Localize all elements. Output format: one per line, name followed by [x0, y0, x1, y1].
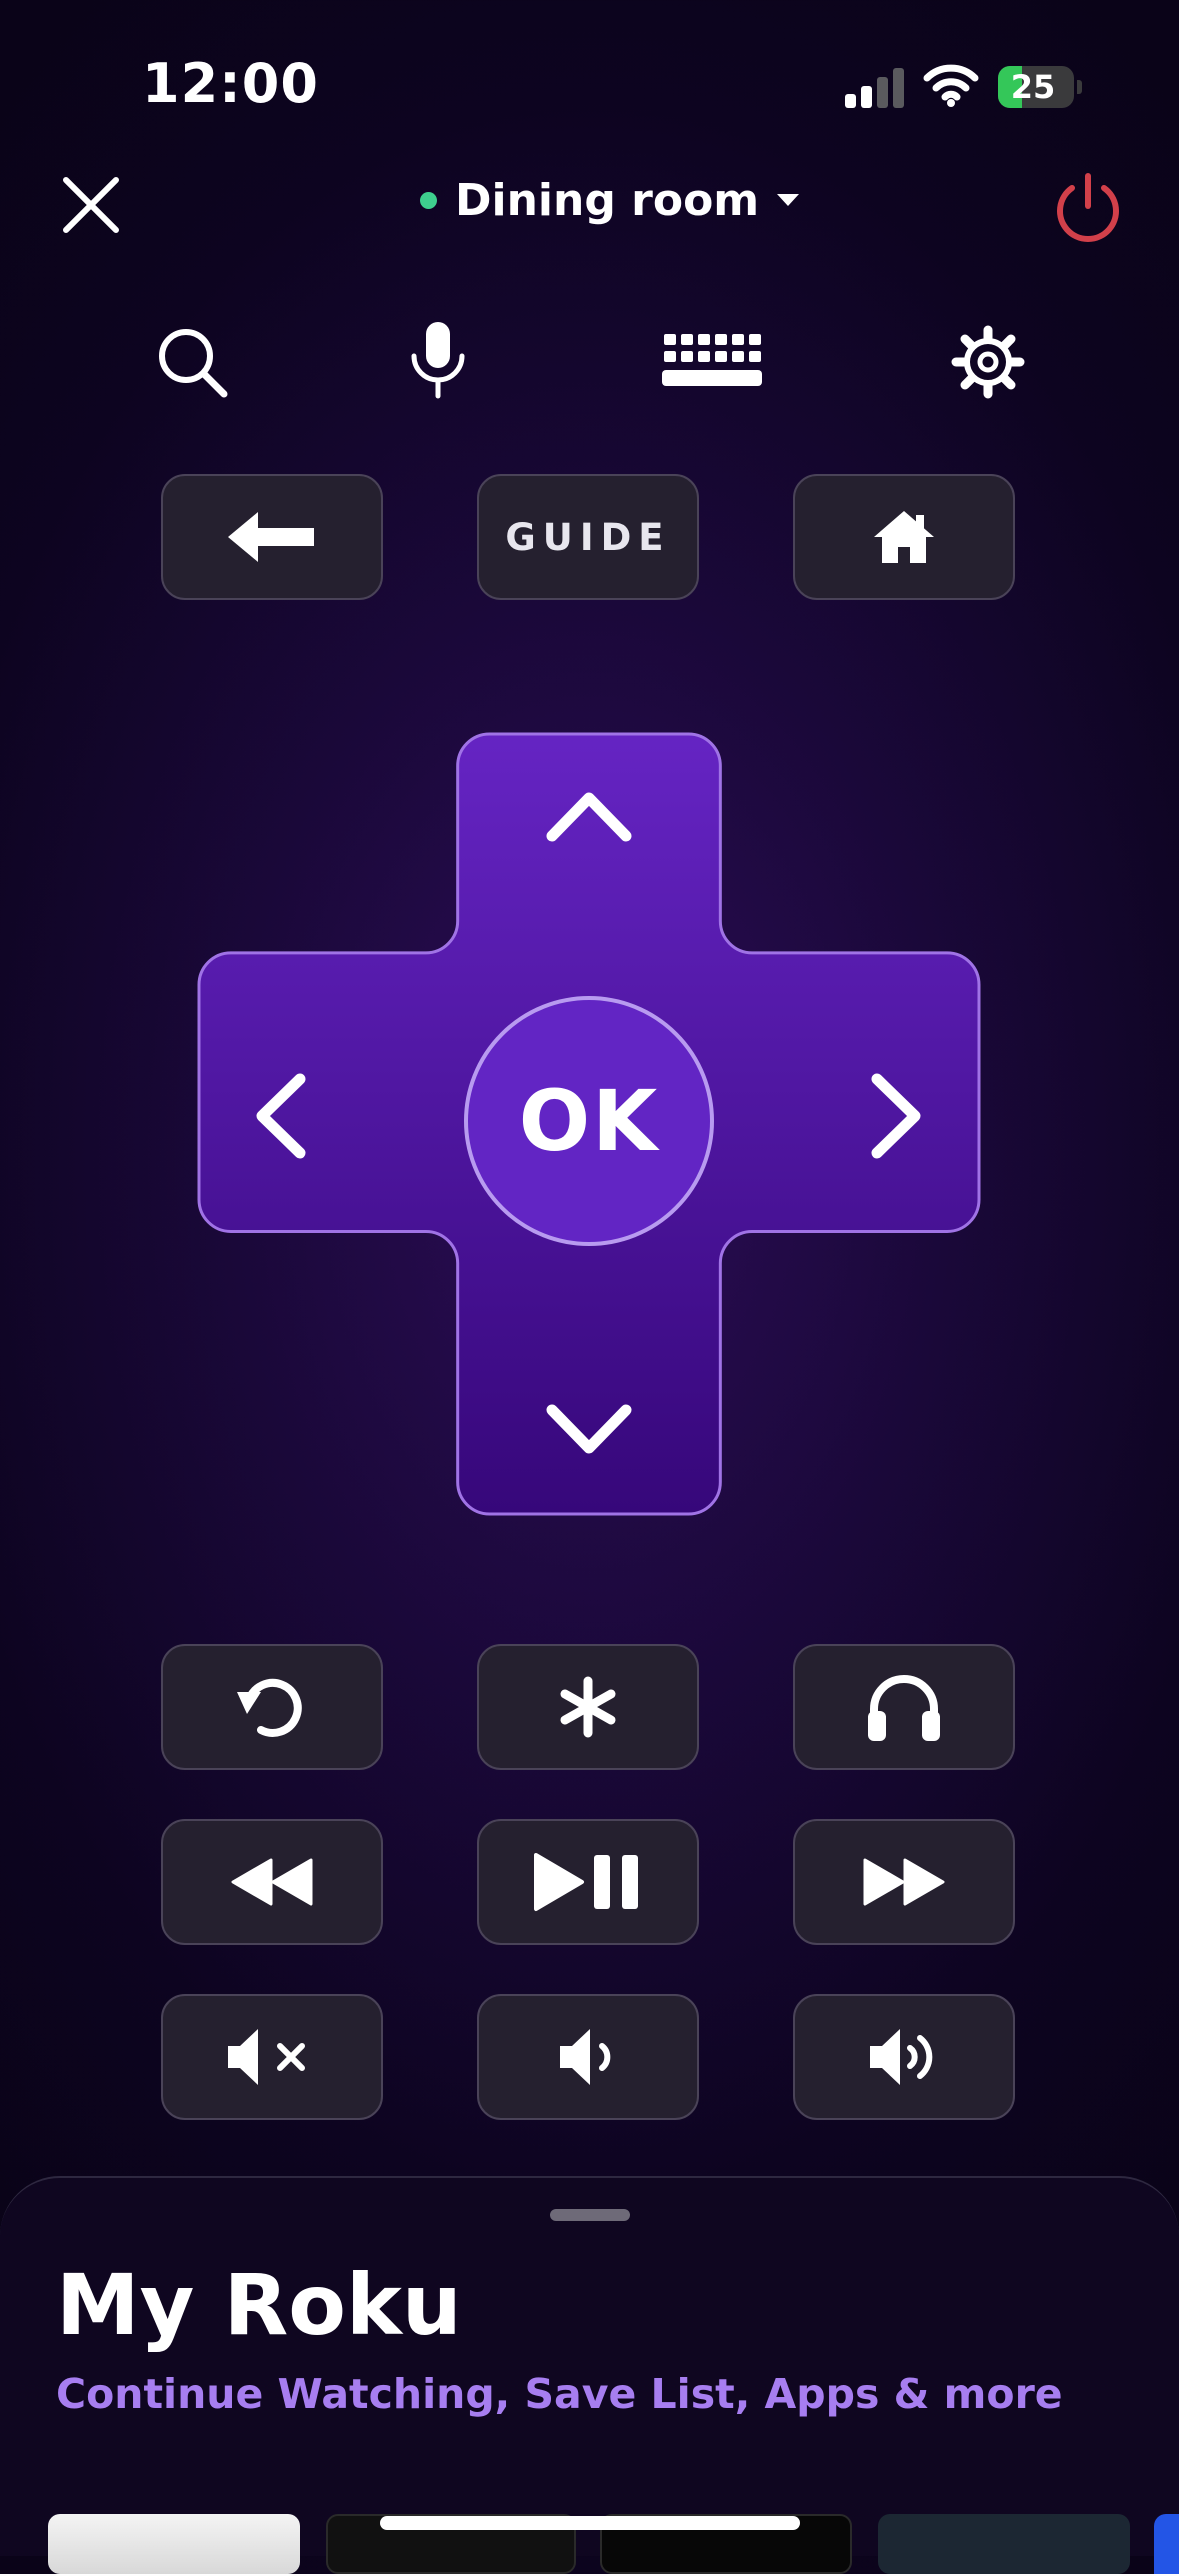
wifi-icon	[923, 64, 979, 107]
device-name: Dining room	[455, 174, 760, 226]
content-thumbnail[interactable]	[48, 2514, 300, 2574]
dpad-left-button[interactable]	[197, 987, 453, 1259]
headphones-icon	[868, 1675, 940, 1741]
volume-up-icon	[870, 2029, 933, 2085]
battery-level: 25	[1010, 68, 1056, 106]
asterisk-icon	[560, 1676, 616, 1738]
sheet-title: My Roku	[56, 2256, 462, 2354]
guide-label: GUIDE	[505, 515, 671, 559]
play-pause-icon	[534, 1853, 638, 1911]
dpad-up-button[interactable]	[453, 732, 725, 962]
rewind-button[interactable]	[161, 1819, 383, 1945]
volume-down-button[interactable]	[477, 1994, 699, 2120]
search-icon[interactable]	[152, 322, 232, 402]
home-indicator	[380, 2516, 800, 2530]
home-icon	[874, 511, 934, 563]
ok-button[interactable]: OK	[464, 996, 714, 1246]
microphone-icon[interactable]	[398, 320, 478, 400]
volume-up-button[interactable]	[793, 1994, 1015, 2120]
fast-forward-button[interactable]	[793, 1819, 1015, 1945]
content-thumbnail[interactable]	[878, 2514, 1130, 2574]
replay-icon	[237, 1678, 302, 1737]
private-listening-button[interactable]	[793, 1644, 1015, 1770]
my-roku-sheet[interactable]	[0, 2176, 1179, 2556]
device-status-dot	[420, 191, 437, 209]
replay-button[interactable]	[161, 1644, 383, 1770]
cellular-signal-icon	[845, 66, 905, 108]
options-button[interactable]	[477, 1644, 699, 1770]
mute-button[interactable]	[161, 1994, 383, 2120]
chevron-up-icon	[546, 792, 632, 842]
mute-icon	[228, 2029, 305, 2085]
dpad-down-button[interactable]	[453, 1284, 725, 1516]
status-time: 12:00	[142, 52, 319, 115]
sheet-subtitle: Continue Watching, Save List, Apps & mor…	[56, 2370, 1063, 2418]
ok-label: OK	[518, 1072, 660, 1170]
chevron-down-icon	[546, 1404, 632, 1454]
gear-icon[interactable]	[948, 322, 1028, 402]
sheet-grabber[interactable]	[550, 2209, 630, 2221]
fast-forward-icon	[863, 1858, 945, 1906]
play-pause-button[interactable]	[477, 1819, 699, 1945]
content-thumbnail[interactable]	[1154, 2514, 1179, 2574]
power-button[interactable]	[1050, 170, 1126, 246]
battery-icon: 25	[998, 66, 1082, 108]
chevron-right-icon	[871, 1073, 921, 1159]
home-button[interactable]	[793, 474, 1015, 600]
guide-button[interactable]: GUIDE	[477, 474, 699, 600]
arrow-left-icon	[228, 512, 314, 562]
chevron-down-icon	[777, 194, 800, 206]
chevron-left-icon	[256, 1073, 306, 1159]
device-selector[interactable]: Dining room	[420, 170, 800, 230]
dpad-right-button[interactable]	[725, 987, 981, 1259]
rewind-icon	[231, 1858, 313, 1906]
close-button[interactable]	[58, 172, 124, 238]
volume-down-icon	[560, 2029, 611, 2085]
keyboard-icon[interactable]	[660, 332, 764, 392]
back-button[interactable]	[161, 474, 383, 600]
